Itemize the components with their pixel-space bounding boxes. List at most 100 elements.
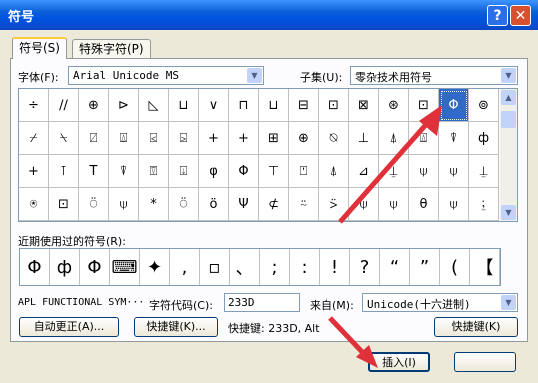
font-select[interactable]: Arial Unicode MS ▼ xyxy=(68,66,264,85)
symbol-cell[interactable]: ⊺ xyxy=(49,155,79,188)
symbol-cell[interactable]: Φ xyxy=(229,155,259,188)
symbol-cell[interactable]: Ψ xyxy=(229,188,259,221)
symbol-cell[interactable]: ⊔ xyxy=(169,89,199,122)
symbol-cell[interactable]: ⍀ xyxy=(49,122,79,155)
shortcut-text: 快捷键: 233D, Alt xyxy=(228,322,320,335)
recent-symbol-cell[interactable]: ! xyxy=(320,249,350,285)
symbol-cell[interactable]: ⍊ xyxy=(469,155,499,188)
symbol-cell[interactable]: ⊄ xyxy=(259,188,289,221)
symbol-scrollbar[interactable]: ▲ ▼ xyxy=(500,89,517,221)
symbol-cell[interactable]: ⊿ xyxy=(349,155,379,188)
symbol-cell[interactable]: ⍃ xyxy=(139,122,169,155)
symbol-cell[interactable]: ⊥ xyxy=(349,122,379,155)
symbol-cell[interactable]: ⊠ xyxy=(349,89,379,122)
symbol-cell[interactable]: ⊞ xyxy=(259,122,289,155)
scroll-thumb[interactable] xyxy=(501,111,516,128)
recent-symbol-cell[interactable]: 、 xyxy=(230,249,260,285)
from-select[interactable]: Unicode(十六进制) ▼ xyxy=(362,293,518,312)
scroll-down-icon[interactable]: ▼ xyxy=(501,205,516,220)
symbol-cell[interactable]: ⊳ xyxy=(109,89,139,122)
symbol-cell[interactable]: ö xyxy=(199,188,229,221)
symbol-cell[interactable]: Φ xyxy=(439,89,469,122)
tab-special-characters[interactable]: 特殊字符(P) xyxy=(72,39,151,59)
autocorrect-button[interactable]: 自动更正(A)... xyxy=(19,317,119,337)
symbol-cell[interactable]: ⍦ xyxy=(379,188,409,221)
recent-symbol-cell[interactable]: ⌨ xyxy=(110,249,140,285)
symbol-cell[interactable]: ⍊ xyxy=(379,155,409,188)
recent-symbol-cell[interactable]: ” xyxy=(410,249,440,285)
symbol-cell[interactable]: ⊓ xyxy=(229,89,259,122)
recent-symbol-cell[interactable]: ? xyxy=(350,249,380,285)
symbol-cell[interactable]: ⍦ xyxy=(439,155,469,188)
symbol-cell[interactable]: ⊕ xyxy=(79,89,109,122)
symbol-cell[interactable]: ⊡ xyxy=(409,89,439,122)
tab-symbols[interactable]: 符号(S) xyxy=(12,37,67,59)
window-title: 符号 xyxy=(8,10,35,25)
close-button[interactable]: ✕ xyxy=(510,5,531,26)
recent-symbol-cell[interactable]: 【 xyxy=(470,249,500,285)
symbol-cell[interactable]: ⊡ xyxy=(49,188,79,221)
recent-symbol-cell[interactable]: Φ xyxy=(20,249,50,285)
recent-symbol-cell[interactable]: , xyxy=(170,249,200,285)
symbol-cell[interactable]: ⍄ xyxy=(169,122,199,155)
symbol-cell[interactable]: ⍋ xyxy=(319,155,349,188)
title-bar: 符号 ? ✕ xyxy=(0,0,538,30)
symbol-cell[interactable]: ⊤ xyxy=(259,155,289,188)
symbol-cell[interactable]: ⊚ xyxy=(469,89,499,122)
symbol-cell[interactable]: ⍦ xyxy=(409,155,439,188)
help-button[interactable]: ? xyxy=(487,5,508,26)
symbol-cell[interactable]: ⊛ xyxy=(379,89,409,122)
symbol-cell[interactable]: ⍦ xyxy=(109,188,139,221)
recent-symbol-cell[interactable]: ▫ xyxy=(200,249,230,285)
symbol-cell[interactable]: ⍦ xyxy=(349,188,379,221)
symbol-cell[interactable]: + xyxy=(199,122,229,155)
symbol-cell[interactable]: T xyxy=(79,155,109,188)
symbol-cell[interactable]: ⊕ xyxy=(289,122,319,155)
symbol-cell[interactable]: ⍥ xyxy=(79,188,109,221)
symbol-cell[interactable]: φ xyxy=(199,155,229,188)
symbol-cell[interactable]: ⍮ xyxy=(469,188,499,221)
symbol-cell[interactable]: ⍁ xyxy=(79,122,109,155)
insert-button[interactable]: 插入(I) xyxy=(368,352,430,372)
symbol-cell[interactable]: ⍍ xyxy=(109,122,139,155)
recent-symbol-cell[interactable]: Φ xyxy=(80,249,110,285)
symbol-cell[interactable]: ÷ xyxy=(19,89,49,122)
symbol-cell[interactable]: ⍗ xyxy=(169,155,199,188)
symbol-cell[interactable]: ⊡ xyxy=(319,89,349,122)
shortcut-key-button-2[interactable]: 快捷键(K) xyxy=(434,317,518,337)
symbol-cell[interactable]: ⊟ xyxy=(289,89,319,122)
recent-symbol-cell[interactable]: ф xyxy=(50,249,80,285)
symbol-cell[interactable]: + xyxy=(19,155,49,188)
scroll-up-icon[interactable]: ▲ xyxy=(501,90,516,105)
recent-symbol-cell[interactable]: ; xyxy=(260,249,290,285)
symbol-cell[interactable]: + xyxy=(229,122,259,155)
char-code-input[interactable]: 233D xyxy=(224,293,300,312)
symbol-cell[interactable]: ⍟ xyxy=(19,188,49,221)
recent-symbol-cell[interactable]: ✦ xyxy=(140,249,170,285)
symbol-cell[interactable]: * xyxy=(139,188,169,221)
symbol-cell[interactable]: ⍞ xyxy=(289,155,319,188)
recent-symbol-cell[interactable]: : xyxy=(290,249,320,285)
symbol-cell[interactable]: θ xyxy=(409,188,439,221)
symbol-cell[interactable]: ⊔ xyxy=(259,89,289,122)
symbol-cell[interactable]: ⍋ xyxy=(379,122,409,155)
symbol-cell[interactable]: ⌿ xyxy=(19,122,49,155)
cancel-button[interactable] xyxy=(454,352,516,372)
symbol-cell[interactable]: ∕∕ xyxy=(49,89,79,122)
symbol-cell[interactable]: ⍨ xyxy=(289,188,319,221)
symbol-cell[interactable]: ∨ xyxy=(199,89,229,122)
symbol-cell[interactable]: ⍦ xyxy=(439,188,469,221)
symbol-cell[interactable]: ⍔ xyxy=(139,155,169,188)
symbol-cell[interactable]: ⍒ xyxy=(439,122,469,155)
symbol-cell[interactable]: ⍩ xyxy=(319,188,349,221)
symbol-cell[interactable]: ◺ xyxy=(139,89,169,122)
symbol-cell[interactable]: ⍉ xyxy=(319,122,349,155)
symbol-cell[interactable]: ф xyxy=(469,122,499,155)
symbol-cell[interactable]: ⍒ xyxy=(109,155,139,188)
symbol-cell[interactable]: ⍥ xyxy=(169,188,199,221)
recent-symbol-cell[interactable]: ( xyxy=(440,249,470,285)
symbol-cell[interactable]: ⍍ xyxy=(409,122,439,155)
shortcut-key-button[interactable]: 快捷键(K)... xyxy=(134,317,218,337)
subset-select[interactable]: 零杂技术用符号 ▼ xyxy=(350,66,518,85)
recent-symbol-cell[interactable]: “ xyxy=(380,249,410,285)
